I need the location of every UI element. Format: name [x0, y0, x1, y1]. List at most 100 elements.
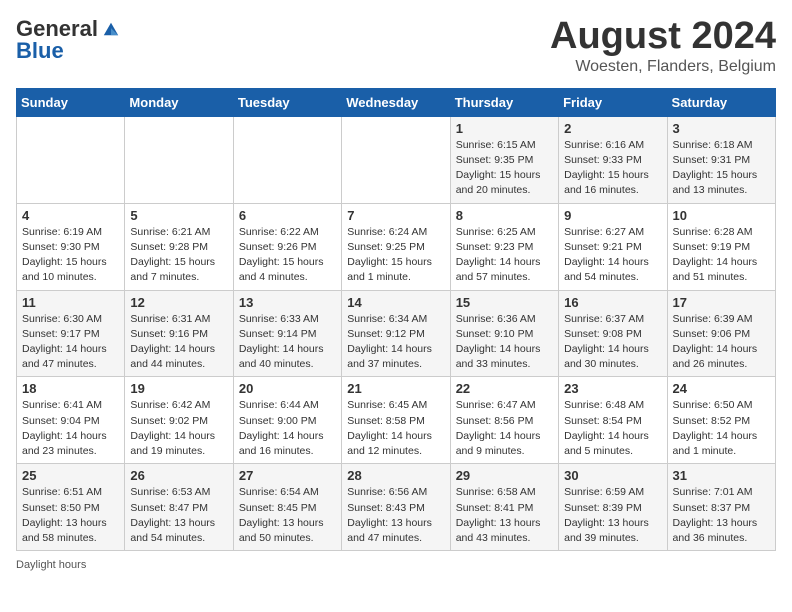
day-number: 18 [22, 381, 119, 396]
day-number: 6 [239, 208, 336, 223]
calendar-cell: 21 Sunrise: 6:45 AM Sunset: 8:58 PM Dayli… [342, 377, 450, 464]
calendar-cell: 2Sunrise: 6:16 AM Sunset: 9:33 PM Daylig… [559, 116, 667, 203]
day-number: 22 [456, 381, 553, 396]
calendar-week-2: 4 Sunrise: 6:19 AM Sunset: 9:30 PM Daylig… [17, 203, 776, 290]
day-number: 10 [673, 208, 770, 223]
calendar-header-saturday: Saturday [667, 88, 775, 116]
logo-blue-text: Blue [16, 38, 64, 64]
daylight-label: Daylight hours [16, 559, 86, 571]
day-number: 21 [347, 381, 444, 396]
calendar-cell: 28 Sunrise: 6:56 AM Sunset: 8:43 PM Dayli… [342, 464, 450, 551]
calendar-cell: 17Sunrise: 6:39 AM Sunset: 9:06 PM Dayli… [667, 290, 775, 377]
day-number: 23 [564, 381, 661, 396]
day-number: 11 [22, 295, 119, 310]
day-info: Sunrise: 6:59 AM Sunset: 8:39 PM Dayligh… [564, 485, 661, 546]
logo-icon [102, 20, 120, 38]
day-number: 17 [673, 295, 770, 310]
day-info: Sunrise: 6:56 AM Sunset: 8:43 PM Dayligh… [347, 485, 444, 546]
day-info: Sunrise: 6:45 AM Sunset: 8:58 PM Dayligh… [347, 398, 444, 459]
day-number: 27 [239, 468, 336, 483]
calendar-header-tuesday: Tuesday [233, 88, 341, 116]
calendar-cell: 7Sunrise: 6:24 AM Sunset: 9:25 PM Daylig… [342, 203, 450, 290]
day-number: 31 [673, 468, 770, 483]
calendar-cell: 15 Sunrise: 6:36 AM Sunset: 9:10 PM Dayli… [450, 290, 558, 377]
calendar-cell: 1Sunrise: 6:15 AM Sunset: 9:35 PM Daylig… [450, 116, 558, 203]
calendar-cell: 5 Sunrise: 6:21 AM Sunset: 9:28 PM Daylig… [125, 203, 233, 290]
day-number: 19 [130, 381, 227, 396]
calendar-header-friday: Friday [559, 88, 667, 116]
day-info: Sunrise: 6:31 AM Sunset: 9:16 PM Dayligh… [130, 312, 227, 373]
calendar-header-sunday: Sunday [17, 88, 125, 116]
calendar-cell: 13Sunrise: 6:33 AM Sunset: 9:14 PM Dayli… [233, 290, 341, 377]
calendar-cell: 24Sunrise: 6:50 AM Sunset: 8:52 PM Dayli… [667, 377, 775, 464]
day-info: Sunrise: 6:16 AM Sunset: 9:33 PM Dayligh… [564, 138, 661, 199]
calendar-cell [17, 116, 125, 203]
page-header: General Blue August 2024 Woesten, Flande… [16, 16, 776, 76]
day-info: Sunrise: 6:48 AM Sunset: 8:54 PM Dayligh… [564, 398, 661, 459]
day-info: Sunrise: 6:25 AM Sunset: 9:23 PM Dayligh… [456, 225, 553, 286]
day-number: 16 [564, 295, 661, 310]
day-number: 28 [347, 468, 444, 483]
calendar-cell: 30Sunrise: 6:59 AM Sunset: 8:39 PM Dayli… [559, 464, 667, 551]
calendar-table: SundayMondayTuesdayWednesdayThursdayFrid… [16, 88, 776, 551]
month-title: August 2024 [550, 16, 776, 58]
calendar-cell: 4 Sunrise: 6:19 AM Sunset: 9:30 PM Daylig… [17, 203, 125, 290]
location-title: Woesten, Flanders, Belgium [550, 58, 776, 76]
day-number: 8 [456, 208, 553, 223]
day-info: Sunrise: 6:24 AM Sunset: 9:25 PM Dayligh… [347, 225, 444, 286]
calendar-cell [233, 116, 341, 203]
calendar-week-4: 18 Sunrise: 6:41 AM Sunset: 9:04 PM Dayli… [17, 377, 776, 464]
day-info: Sunrise: 6:36 AM Sunset: 9:10 PM Dayligh… [456, 312, 553, 373]
day-info: Sunrise: 6:34 AM Sunset: 9:12 PM Dayligh… [347, 312, 444, 373]
calendar-cell [125, 116, 233, 203]
day-number: 29 [456, 468, 553, 483]
day-info: Sunrise: 6:37 AM Sunset: 9:08 PM Dayligh… [564, 312, 661, 373]
day-info: Sunrise: 6:18 AM Sunset: 9:31 PM Dayligh… [673, 138, 770, 199]
day-info: Sunrise: 6:50 AM Sunset: 8:52 PM Dayligh… [673, 398, 770, 459]
day-number: 20 [239, 381, 336, 396]
calendar-week-1: 1Sunrise: 6:15 AM Sunset: 9:35 PM Daylig… [17, 116, 776, 203]
day-info: Sunrise: 6:41 AM Sunset: 9:04 PM Dayligh… [22, 398, 119, 459]
day-info: Sunrise: 6:15 AM Sunset: 9:35 PM Dayligh… [456, 138, 553, 199]
day-number: 15 [456, 295, 553, 310]
calendar-cell: 31Sunrise: 7:01 AM Sunset: 8:37 PM Dayli… [667, 464, 775, 551]
calendar-cell: 26Sunrise: 6:53 AM Sunset: 8:47 PM Dayli… [125, 464, 233, 551]
day-info: Sunrise: 6:28 AM Sunset: 9:19 PM Dayligh… [673, 225, 770, 286]
day-info: Sunrise: 6:19 AM Sunset: 9:30 PM Dayligh… [22, 225, 119, 286]
calendar-cell: 3 Sunrise: 6:18 AM Sunset: 9:31 PM Daylig… [667, 116, 775, 203]
calendar-header-thursday: Thursday [450, 88, 558, 116]
calendar-cell: 12 Sunrise: 6:31 AM Sunset: 9:16 PM Dayli… [125, 290, 233, 377]
calendar-cell: 10 Sunrise: 6:28 AM Sunset: 9:19 PM Dayli… [667, 203, 775, 290]
calendar-cell: 8 Sunrise: 6:25 AM Sunset: 9:23 PM Daylig… [450, 203, 558, 290]
day-info: Sunrise: 6:22 AM Sunset: 9:26 PM Dayligh… [239, 225, 336, 286]
day-info: Sunrise: 6:27 AM Sunset: 9:21 PM Dayligh… [564, 225, 661, 286]
calendar-header-row: SundayMondayTuesdayWednesdayThursdayFrid… [17, 88, 776, 116]
day-number: 13 [239, 295, 336, 310]
calendar-cell: 25 Sunrise: 6:51 AM Sunset: 8:50 PM Dayli… [17, 464, 125, 551]
calendar-cell: 16 Sunrise: 6:37 AM Sunset: 9:08 PM Dayli… [559, 290, 667, 377]
day-info: Sunrise: 6:30 AM Sunset: 9:17 PM Dayligh… [22, 312, 119, 373]
calendar-cell: 29Sunrise: 6:58 AM Sunset: 8:41 PM Dayli… [450, 464, 558, 551]
day-number: 5 [130, 208, 227, 223]
calendar-cell: 14Sunrise: 6:34 AM Sunset: 9:12 PM Dayli… [342, 290, 450, 377]
day-number: 25 [22, 468, 119, 483]
day-info: Sunrise: 6:21 AM Sunset: 9:28 PM Dayligh… [130, 225, 227, 286]
day-info: Sunrise: 6:53 AM Sunset: 8:47 PM Dayligh… [130, 485, 227, 546]
day-number: 3 [673, 121, 770, 136]
day-info: Sunrise: 6:54 AM Sunset: 8:45 PM Dayligh… [239, 485, 336, 546]
day-number: 4 [22, 208, 119, 223]
calendar-week-5: 25 Sunrise: 6:51 AM Sunset: 8:50 PM Dayli… [17, 464, 776, 551]
day-info: Sunrise: 6:47 AM Sunset: 8:56 PM Dayligh… [456, 398, 553, 459]
calendar-cell: 19Sunrise: 6:42 AM Sunset: 9:02 PM Dayli… [125, 377, 233, 464]
day-number: 12 [130, 295, 227, 310]
calendar-cell: 20 Sunrise: 6:44 AM Sunset: 9:00 PM Dayli… [233, 377, 341, 464]
calendar-week-3: 11 Sunrise: 6:30 AM Sunset: 9:17 PM Dayli… [17, 290, 776, 377]
day-info: Sunrise: 6:51 AM Sunset: 8:50 PM Dayligh… [22, 485, 119, 546]
calendar-cell [342, 116, 450, 203]
calendar-cell: 9Sunrise: 6:27 AM Sunset: 9:21 PM Daylig… [559, 203, 667, 290]
logo: General Blue [16, 16, 120, 64]
calendar-header-wednesday: Wednesday [342, 88, 450, 116]
calendar-cell: 27 Sunrise: 6:54 AM Sunset: 8:45 PM Dayli… [233, 464, 341, 551]
day-info: Sunrise: 6:44 AM Sunset: 9:00 PM Dayligh… [239, 398, 336, 459]
title-area: August 2024 Woesten, Flanders, Belgium [550, 16, 776, 76]
